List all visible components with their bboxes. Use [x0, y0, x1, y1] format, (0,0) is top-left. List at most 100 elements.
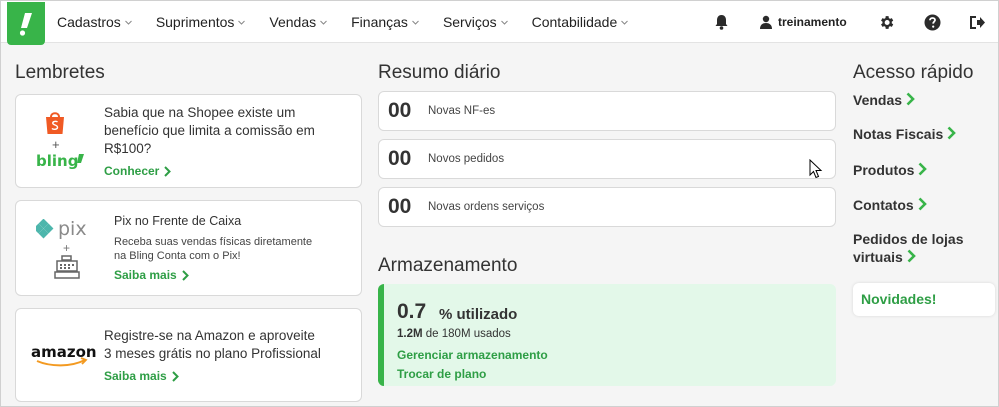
quick-access-label: Vendas	[853, 92, 903, 108]
storage-unit: % utilizado	[439, 306, 518, 323]
app-frame: Cadastros Suprimentos Vendas Finanças Se…	[0, 0, 999, 407]
link-label: Conhecer	[104, 164, 160, 178]
gear-icon[interactable]	[876, 12, 896, 32]
menu-label: Suprimentos	[155, 14, 235, 30]
chevron-down-icon	[500, 18, 509, 27]
menu-contabilidade[interactable]: Contabilidade	[532, 14, 630, 30]
main-menu: Cadastros Suprimentos Vendas Finanças Se…	[57, 1, 652, 43]
menu-label: Vendas	[269, 14, 317, 30]
card-title-line: Registre-se na Amazon e aproveite	[104, 328, 315, 343]
quick-access-online-store-orders[interactable]: Pedidos de lojas virtuais	[853, 230, 963, 267]
quick-access-contacts[interactable]: Contatos	[853, 196, 927, 215]
chevron-right-icon	[171, 370, 179, 382]
bell-icon[interactable]	[711, 12, 731, 32]
menu-label: Finanças	[351, 14, 408, 30]
menu-financas[interactable]: Finanças	[351, 14, 420, 30]
card-title-line: Sabia que na Shopee existe um	[104, 105, 296, 120]
chevron-right-icon	[947, 126, 957, 144]
card-title: Pix no Frente de Caixa	[114, 214, 242, 228]
user-name: treinamento	[778, 15, 847, 29]
logout-icon[interactable]	[967, 12, 987, 32]
plus-sign: +	[52, 137, 60, 152]
card-description-line: na Bling Conta com o Pix!	[114, 250, 241, 262]
summary-count: 00	[388, 195, 412, 218]
link-label: Saiba mais	[104, 369, 167, 383]
quick-access-sales[interactable]: Vendas	[853, 91, 915, 110]
cash-register-icon	[54, 255, 80, 284]
card-description-line: Receba suas vendas físicas diretamente	[114, 236, 313, 248]
quick-access-invoices[interactable]: Notas Fiscais	[853, 125, 957, 144]
chevron-right-icon	[918, 162, 928, 180]
chevron-down-icon	[411, 18, 420, 27]
card-title-line: 3 meses grátis no plano Profissional	[104, 346, 321, 361]
user-icon	[760, 15, 772, 29]
summary-label: Novos pedidos	[428, 153, 505, 165]
chevron-down-icon	[620, 18, 629, 27]
mouse-cursor-icon	[809, 159, 823, 179]
storage-used-amount: 1.2M	[397, 328, 423, 340]
menu-label: Serviços	[442, 14, 497, 30]
shopee-bag-icon	[44, 109, 66, 140]
chevron-right-icon	[906, 92, 915, 110]
amazon-learn-more-link[interactable]: Saiba mais	[104, 369, 179, 383]
chevron-right-icon	[918, 197, 927, 215]
shopee-learn-link[interactable]: Conhecer	[104, 164, 172, 178]
chevron-down-icon	[237, 18, 246, 27]
svg-text:amazon: amazon	[31, 343, 97, 361]
card-description: Receba suas vendas físicas diretamente n…	[114, 235, 312, 263]
card-title-line: benefício que limita a comissão em	[104, 123, 315, 138]
storage-percent: 0.7	[397, 300, 427, 323]
quick-access-label: Contatos	[853, 197, 914, 213]
menu-suprimentos[interactable]: Suprimentos	[156, 14, 247, 30]
logo-mark-icon	[19, 12, 32, 36]
menu-vendas[interactable]: Vendas	[269, 14, 328, 30]
amazon-logo: amazon	[31, 343, 97, 372]
card-title: Registre-se na Amazon e aproveite 3 mese…	[104, 327, 321, 363]
summary-count: 00	[388, 147, 412, 170]
storage-used: 1.2M de 180M usados	[397, 328, 511, 340]
summary-service-orders[interactable]: 00 Novas ordens serviços	[378, 187, 836, 227]
summary-label: Novas NF-es	[428, 105, 496, 117]
bling-brand-logo: bling	[36, 151, 86, 176]
plus-sign: +	[63, 241, 71, 255]
summary-label: Novas ordens serviços	[428, 201, 545, 213]
storage-panel: 0.7 % utilizado 1.2M de 180M usados Gere…	[378, 284, 836, 386]
chevron-right-icon	[181, 269, 189, 281]
quick-access-label: Pedidos de lojas	[853, 231, 964, 247]
svg-text:bling: bling	[36, 152, 78, 170]
reminder-card-amazon: amazon Registre-se na Amazon e aproveite…	[15, 308, 362, 402]
daily-summary-title: Resumo diário	[378, 62, 501, 83]
change-plan-link[interactable]: Trocar de plano	[397, 367, 486, 381]
summary-nfe[interactable]: 00 Novas NF-es	[378, 91, 836, 131]
chevron-right-icon	[164, 165, 172, 177]
bling-logo[interactable]	[7, 2, 45, 45]
reminders-title: Lembretes	[15, 62, 105, 83]
help-icon[interactable]	[922, 12, 942, 32]
svg-text:pix: pix	[58, 219, 87, 239]
storage-used-total: de 180M usados	[422, 328, 511, 340]
chevron-down-icon	[124, 18, 133, 27]
storage-title: Armazenamento	[378, 255, 518, 276]
summary-count: 00	[388, 99, 412, 122]
menu-cadastros[interactable]: Cadastros	[57, 14, 133, 30]
menu-servicos[interactable]: Serviços	[443, 14, 509, 30]
quick-access-label: Notas Fiscais	[853, 126, 944, 142]
pix-learn-more-link[interactable]: Saiba mais	[114, 268, 189, 282]
chevron-down-icon	[319, 18, 328, 27]
card-title-line: R$100?	[104, 141, 152, 156]
manage-storage-link[interactable]: Gerenciar armazenamento	[397, 348, 548, 362]
menu-label: Contabilidade	[531, 14, 618, 30]
quick-access-title: Acesso rápido	[853, 62, 974, 83]
reminder-card-shopee: + bling Sabia que na Shopee existe um be…	[15, 94, 362, 188]
quick-access-label: Produtos	[853, 162, 915, 178]
link-label: Saiba mais	[114, 268, 177, 282]
quick-access-label: virtuais	[853, 249, 903, 265]
menu-label: Cadastros	[57, 14, 121, 30]
top-navbar: Cadastros Suprimentos Vendas Finanças Se…	[1, 1, 998, 45]
user-menu[interactable]: treinamento	[759, 12, 847, 32]
news-button[interactable]: Novidades!	[853, 283, 995, 316]
summary-orders[interactable]: 00 Novos pedidos	[378, 139, 836, 179]
reminder-card-pix: pix + Pix no Frente de Caixa Receba suas…	[15, 200, 362, 296]
quick-access-products[interactable]: Produtos	[853, 161, 928, 180]
card-title: Sabia que na Shopee existe um benefício …	[104, 104, 315, 158]
